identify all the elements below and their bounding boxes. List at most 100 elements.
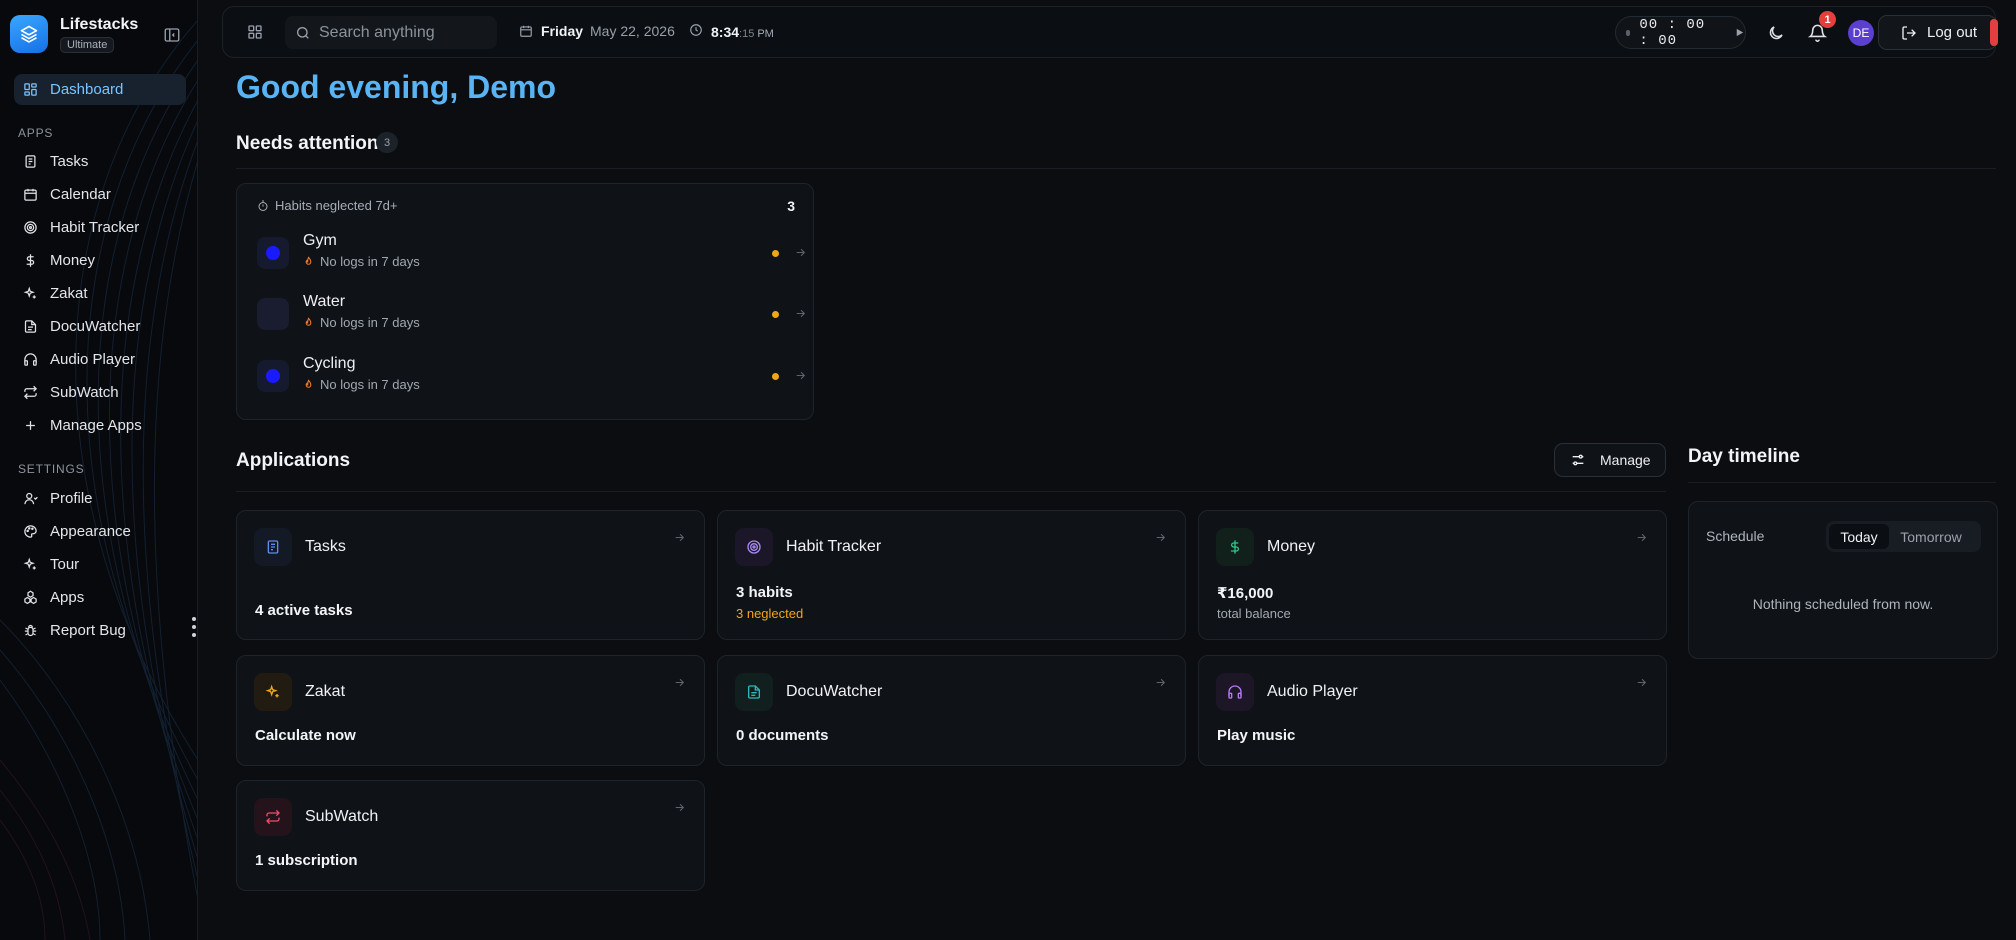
app-card-title: SubWatch xyxy=(305,808,379,825)
tab-today[interactable]: Today xyxy=(1829,524,1889,549)
app-card-primary: 0 documents xyxy=(736,727,829,744)
sidebar-item-report-bug[interactable]: Report Bug xyxy=(14,615,186,646)
neglected-habits-card: Habits neglected 7d+ 3 Gym No logs in 7 … xyxy=(236,183,814,420)
app-card-docuwatcher[interactable]: DocuWatcher 0 documents xyxy=(717,655,1186,766)
focus-timer[interactable]: 00 : 00 : 00 xyxy=(1615,16,1746,49)
timer-icon xyxy=(258,200,268,211)
warning-dot xyxy=(772,250,779,257)
search-input[interactable] xyxy=(319,23,489,42)
sidebar-item-audio-player[interactable]: Audio Player xyxy=(14,344,186,375)
sidebar-item-habit-tracker[interactable]: Habit Tracker xyxy=(14,212,186,243)
warning-dot xyxy=(772,311,779,318)
app-card-title: DocuWatcher xyxy=(786,683,883,700)
tab-tomorrow[interactable]: Tomorrow xyxy=(1889,524,1973,549)
search-box[interactable] xyxy=(285,16,497,49)
app-card-money[interactable]: Money ₹16,000 total balance xyxy=(1198,510,1667,640)
sidebar-item-zakat[interactable]: Zakat xyxy=(14,278,186,309)
sidebar-item-tasks[interactable]: Tasks xyxy=(14,146,186,177)
apps-section-heading: APPS xyxy=(18,126,54,140)
sparkle-icon xyxy=(22,557,38,573)
palette-icon xyxy=(22,524,38,540)
day-toggle: Today Tomorrow xyxy=(1826,521,1981,552)
calendar-icon xyxy=(519,24,533,38)
sidebar-item-subwatch[interactable]: SubWatch xyxy=(14,377,186,408)
sidebar-item-label: Zakat xyxy=(50,285,88,302)
top-bar: Friday May 22, 2026 8:34 :15 PM 00 : 00 … xyxy=(222,6,1998,58)
sidebar-item-label: Profile xyxy=(50,490,93,507)
dark-mode-toggle-icon[interactable] xyxy=(1767,24,1785,42)
sidebar-resize-handle[interactable] xyxy=(192,617,196,641)
manage-apps-button[interactable]: Manage xyxy=(1554,443,1666,477)
sliders-icon xyxy=(1572,454,1584,466)
flame-icon xyxy=(305,256,312,265)
flame-icon xyxy=(305,379,312,388)
app-card-tasks[interactable]: Tasks 4 active tasks xyxy=(236,510,705,640)
applications-title: Applications xyxy=(236,450,351,471)
sidebar-item-docuwatcher[interactable]: DocuWatcher xyxy=(14,311,186,342)
habit-status: No logs in 7 days xyxy=(303,377,420,392)
sidebar-item-appearance[interactable]: Appearance xyxy=(14,516,186,547)
headphones-icon xyxy=(1216,673,1254,711)
sidebar-item-dashboard[interactable]: Dashboard xyxy=(14,74,186,105)
neglected-habits-heading: Habits neglected 7d+ xyxy=(257,198,398,213)
app-card-primary: 4 active tasks xyxy=(255,602,353,619)
app-card-primary: 1 subscription xyxy=(255,852,358,869)
app-card-habit-tracker[interactable]: Habit Tracker 3 habits 3 neglected xyxy=(717,510,1186,640)
habit-name: Gym xyxy=(303,232,337,249)
habit-row-water[interactable]: Water No logs in 7 days xyxy=(257,292,806,338)
repeat-icon xyxy=(22,385,38,401)
app-card-secondary: total balance xyxy=(1217,606,1291,621)
play-icon[interactable] xyxy=(1734,27,1745,38)
arrow-up-right-icon xyxy=(673,801,686,814)
sidebar-item-label: Appearance xyxy=(50,523,131,540)
logout-label: Log out xyxy=(1927,24,1978,41)
habit-row-cycling[interactable]: Cycling No logs in 7 days xyxy=(257,354,806,400)
sidebar-item-money[interactable]: Money xyxy=(14,245,186,276)
arrow-up-right-icon xyxy=(1154,531,1167,544)
app-grid-icon[interactable] xyxy=(247,24,263,40)
app-card-primary: Calculate now xyxy=(255,727,356,744)
clock-icon xyxy=(689,23,703,37)
sidebar-item-profile[interactable]: Profile xyxy=(14,483,186,514)
repeat-icon xyxy=(254,798,292,836)
arrow-up-right-icon xyxy=(1635,676,1648,689)
document-icon xyxy=(22,319,38,335)
arrow-right-icon[interactable] xyxy=(794,369,807,382)
notification-count-badge: 1 xyxy=(1819,11,1836,28)
app-card-audio-player[interactable]: Audio Player Play music xyxy=(1198,655,1667,766)
app-card-subwatch[interactable]: SubWatch 1 subscription xyxy=(236,780,705,891)
sidebar-item-tour[interactable]: Tour xyxy=(14,549,186,580)
date-display: Friday May 22, 2026 xyxy=(519,23,675,39)
dollar-icon xyxy=(1216,528,1254,566)
sidebar-item-label: Report Bug xyxy=(50,622,126,639)
sidebar-item-manage-apps[interactable]: Manage Apps xyxy=(14,410,186,441)
sidebar-item-label: Habit Tracker xyxy=(50,219,140,236)
sidebar-item-label: Money xyxy=(50,252,96,269)
sidebar: Lifestacks Ultimate Dashboard APPS Tasks… xyxy=(0,0,198,940)
neglected-habits-count: 3 xyxy=(787,198,795,214)
habit-name: Cycling xyxy=(303,355,356,372)
habit-status: No logs in 7 days xyxy=(303,315,420,330)
settings-section-heading: SETTINGS xyxy=(18,462,85,476)
section-divider xyxy=(1688,482,1996,483)
arrow-right-icon[interactable] xyxy=(794,307,807,320)
logout-button[interactable]: Log out xyxy=(1878,15,1997,50)
habit-color-swatch xyxy=(257,237,289,269)
app-card-title: Audio Player xyxy=(1267,683,1358,700)
sidebar-item-calendar[interactable]: Calendar xyxy=(14,179,186,210)
user-avatar[interactable]: DE xyxy=(1848,20,1874,46)
logout-icon xyxy=(1901,25,1917,41)
app-card-zakat[interactable]: Zakat Calculate now xyxy=(236,655,705,766)
current-day: Friday xyxy=(541,23,584,39)
collapse-sidebar-icon[interactable] xyxy=(163,26,181,44)
sidebar-item-label: SubWatch xyxy=(50,384,119,401)
sidebar-item-apps[interactable]: Apps xyxy=(14,582,186,613)
arrow-right-icon[interactable] xyxy=(794,246,807,259)
brand-name: Lifestacks xyxy=(60,16,139,33)
habit-name: Water xyxy=(303,293,346,310)
sidebar-item-label: Calendar xyxy=(50,186,111,203)
current-date: May 22, 2026 xyxy=(590,23,675,39)
habit-row-gym[interactable]: Gym No logs in 7 days xyxy=(257,231,806,277)
brand[interactable]: Lifestacks Ultimate xyxy=(10,15,138,53)
dashboard-icon xyxy=(22,82,38,98)
